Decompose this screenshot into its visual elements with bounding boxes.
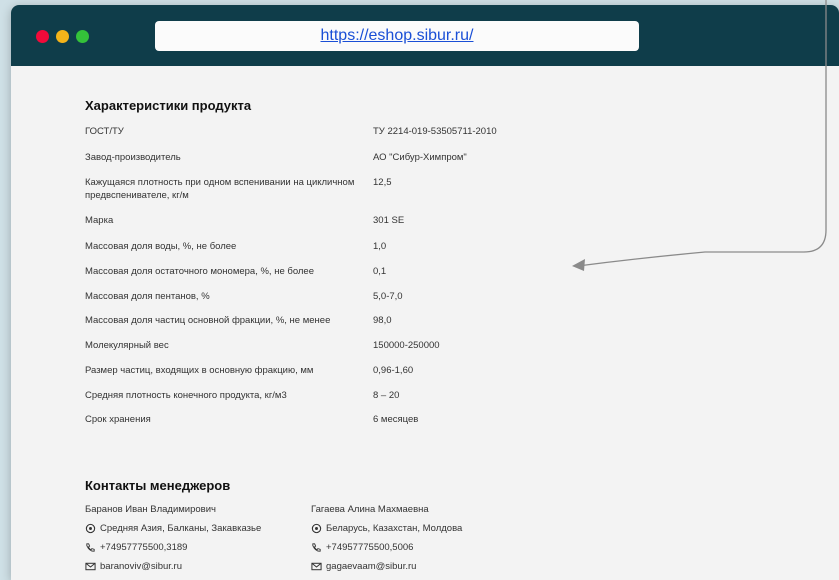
manager-region: Средняя Азия, Балканы, Закавказье: [100, 523, 262, 534]
spec-value: 12,5: [373, 177, 392, 188]
manager-name: Гагаева Алина Махмаевна: [311, 504, 429, 515]
spec-value: 1,0: [373, 241, 387, 252]
mail-icon: [311, 562, 322, 571]
page-content: Характеристики продукта ГОСТ/ТУ ТУ 2214-…: [11, 66, 839, 580]
spec-value: 0,96-1,60: [373, 365, 414, 376]
manager-email-line: baranoviv@sibur.ru: [85, 561, 182, 572]
manager-region: Беларусь, Казахстан, Молдова: [326, 523, 463, 534]
spec-value: 150000-250000: [373, 340, 440, 351]
spec-label: Марка: [85, 215, 114, 226]
spec-label: Завод-производитель: [85, 152, 181, 163]
manager-phone[interactable]: +74957775500,5006: [326, 542, 413, 553]
spec-label: Массовая доля остаточного мономера, %, н…: [85, 266, 315, 277]
spec-value: ТУ 2214-019-53505711-2010: [373, 126, 497, 137]
url-link[interactable]: https://eshop.sibur.ru/: [321, 27, 474, 45]
spec-label: ГОСТ/ТУ: [85, 126, 124, 137]
manager-email-line: gagaevaam@sibur.ru: [311, 561, 416, 572]
browser-titlebar: https://eshop.sibur.ru/: [11, 5, 839, 66]
spec-label: Массовая доля пентанов, %: [85, 291, 210, 302]
spec-label: Размер частиц, входящих в основную фракц…: [85, 365, 314, 376]
mail-icon: [85, 562, 96, 571]
spec-value: 8 – 20: [373, 390, 400, 401]
address-bar[interactable]: https://eshop.sibur.ru/: [155, 21, 639, 51]
manager-region-line: Средняя Азия, Балканы, Закавказье: [85, 523, 261, 534]
spec-value: 5,0-7,0: [373, 291, 403, 302]
close-window-button[interactable]: [36, 30, 49, 43]
phone-icon: [312, 543, 321, 552]
manager-phone[interactable]: +74957775500,3189: [100, 542, 187, 553]
manager-name: Баранов Иван Владимирович: [85, 504, 216, 515]
spec-label: Массовая доля воды, %, не более: [85, 241, 237, 252]
manager-email[interactable]: gagaevaam@sibur.ru: [326, 561, 416, 572]
spec-value: 0,1: [373, 266, 387, 277]
managers-title: Контакты менеджеров: [85, 478, 231, 493]
spec-label: Молекулярный вес: [85, 340, 169, 351]
maximize-window-button[interactable]: [76, 30, 89, 43]
spec-value: 6 месяцев: [373, 414, 419, 425]
browser-window: https://eshop.sibur.ru/ Характеристики п…: [11, 5, 839, 580]
location-pin-icon: [311, 523, 322, 534]
manager-email[interactable]: baranoviv@sibur.ru: [100, 561, 182, 572]
specs-title: Характеристики продукта: [85, 98, 252, 113]
manager-region-line: Беларусь, Казахстан, Молдова: [311, 523, 462, 534]
minimize-window-button[interactable]: [56, 30, 69, 43]
location-pin-icon: [85, 523, 96, 534]
manager-phone-line: +74957775500,5006: [311, 542, 413, 553]
spec-value: 98,0: [373, 315, 392, 326]
spec-value: АО "Сибур-Химпром": [373, 152, 467, 163]
manager-phone-line: +74957775500,3189: [85, 542, 187, 553]
spec-label: Средняя плотность конечного продукта, кг…: [85, 390, 287, 401]
phone-icon: [86, 543, 95, 552]
spec-label: Кажущаяся плотность при одном вспенивани…: [85, 177, 355, 201]
spec-label: Массовая доля частиц основной фракции, %…: [85, 315, 331, 326]
spec-value: 301 SE: [373, 215, 405, 226]
spec-label: Срок хранения: [85, 414, 151, 425]
